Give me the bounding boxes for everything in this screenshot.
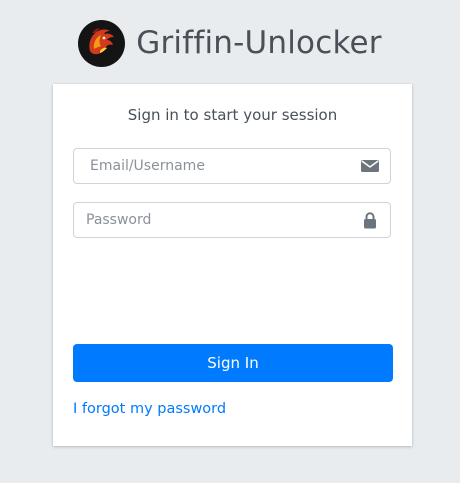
dragon-logo-icon	[78, 19, 126, 67]
envelope-icon	[350, 149, 390, 183]
email-username-input[interactable]	[74, 149, 350, 183]
forgot-password-link[interactable]: I forgot my password	[73, 401, 226, 417]
login-card: Sign in to start your session Sign In I …	[53, 84, 412, 446]
brand-title: Griffin-Unlocker	[136, 25, 382, 61]
email-input-group	[73, 148, 391, 184]
password-input[interactable]	[74, 203, 350, 237]
login-box-message: Sign in to start your session	[127, 106, 338, 124]
password-input-group	[73, 202, 391, 238]
lock-icon	[350, 203, 390, 237]
brand-header: Griffin-Unlocker	[0, 18, 460, 68]
sign-in-button[interactable]: Sign In	[73, 344, 393, 382]
login-page: Griffin-Unlocker Sign in to start your s…	[0, 0, 460, 483]
